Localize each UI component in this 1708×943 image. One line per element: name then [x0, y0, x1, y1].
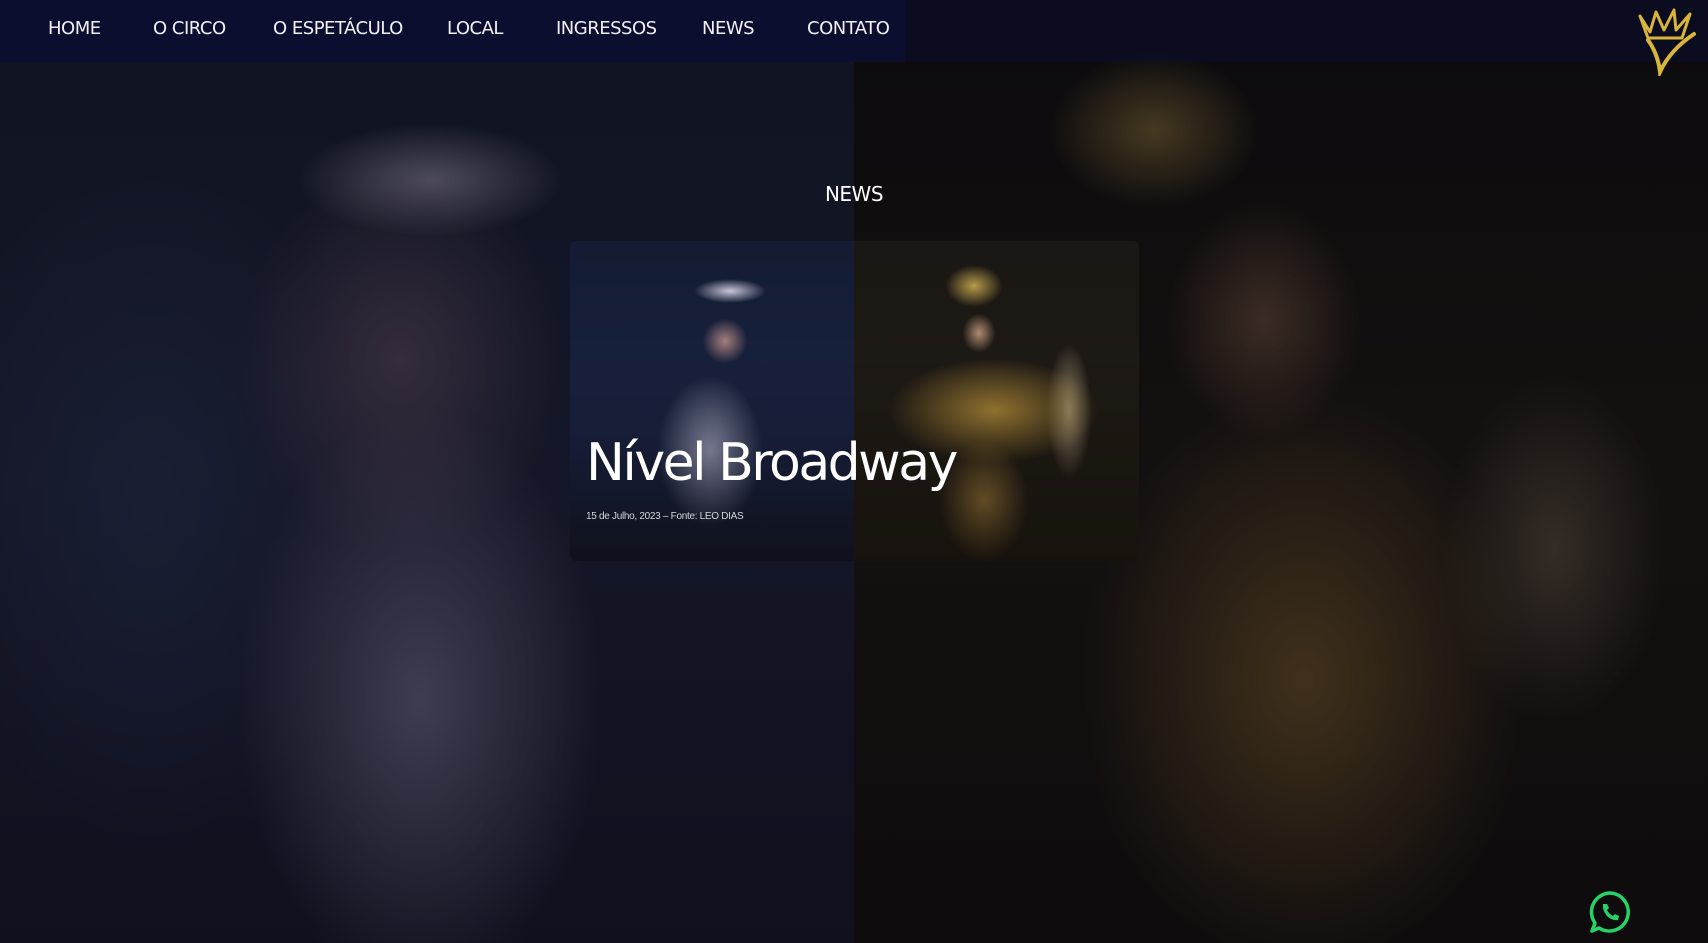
main-navbar: HOME O CIRCO O ESPETÁCULO LOCAL INGRESSO…	[0, 0, 905, 62]
nav-item-news[interactable]: NEWS	[702, 18, 755, 39]
nav-item-home[interactable]: HOME	[48, 18, 101, 39]
nav-item-o-circo[interactable]: O CIRCO	[153, 18, 226, 39]
nav-item-local[interactable]: LOCAL	[447, 18, 503, 39]
navbar-extension	[905, 0, 1708, 62]
news-card[interactable]: Nível Broadway 15 de Julho, 2023 – Fonte…	[570, 241, 1139, 561]
nav-item-o-espetaculo[interactable]: O ESPETÁCULO	[273, 18, 403, 39]
nav-item-contato[interactable]: CONTATO	[807, 18, 890, 39]
nav-item-ingressos[interactable]: INGRESSOS	[556, 18, 657, 39]
crown-logo-icon[interactable]	[1630, 4, 1702, 80]
news-card-meta: 15 de Julho, 2023 – Fonte: LEO DIAS	[586, 511, 744, 522]
news-card-title[interactable]: Nível Broadway	[586, 437, 958, 489]
section-title: NEWS	[824, 182, 884, 206]
whatsapp-icon[interactable]	[1588, 890, 1632, 934]
